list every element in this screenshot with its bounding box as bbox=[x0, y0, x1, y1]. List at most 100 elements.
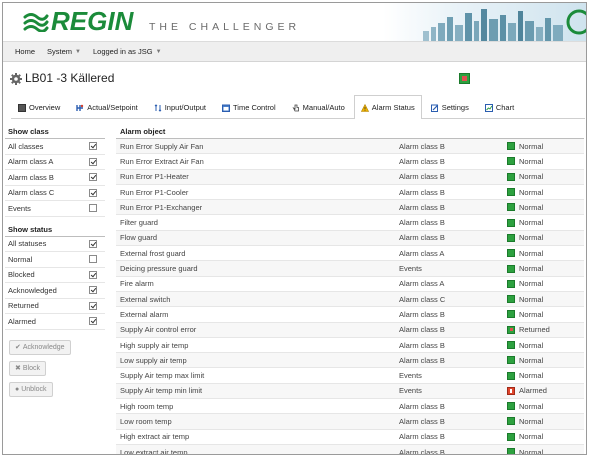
tab-time-control[interactable]: Time Control bbox=[215, 96, 283, 118]
table-row[interactable]: High supply air temp Alarm class B Normal bbox=[116, 338, 584, 354]
tab-input-output[interactable]: Input/Output bbox=[147, 96, 213, 118]
status-filter-checkbox[interactable] bbox=[89, 301, 97, 310]
alarm-class: Alarm class A bbox=[399, 248, 445, 258]
class-filter-checkbox[interactable] bbox=[89, 173, 97, 182]
table-row[interactable]: External alarm Alarm class B Normal bbox=[116, 307, 584, 323]
status-filter-row[interactable]: Acknowledged bbox=[5, 283, 105, 299]
action-buttons: ✔ Acknowledge ✖ Block ● Unblock bbox=[5, 334, 105, 397]
alarm-status-label: Normal bbox=[519, 218, 544, 228]
status-filter-checkbox[interactable] bbox=[89, 255, 97, 264]
menu-user[interactable]: Logged in as JSG ▼ bbox=[93, 47, 162, 56]
table-row[interactable]: Low room temp Alarm class B Normal bbox=[116, 414, 584, 430]
table-row[interactable]: Low extract air temp Alarm class B Normal bbox=[116, 444, 584, 455]
tab-actual-setpoint[interactable]: Actual/Setpoint bbox=[69, 96, 144, 118]
status-filter-row[interactable]: Returned bbox=[5, 299, 105, 314]
logo-text: REGIN bbox=[51, 6, 134, 36]
tab-manual-auto[interactable]: Manual/Auto bbox=[285, 96, 352, 118]
status-filter-row[interactable]: All statuses bbox=[5, 237, 105, 252]
class-filter-label: Alarm class C bbox=[8, 188, 55, 198]
table-row[interactable]: Run Error P1-Exchanger Alarm class B Norma… bbox=[116, 200, 584, 216]
status-filter-row[interactable]: Normal bbox=[5, 252, 105, 268]
class-filter-label: Alarm class B bbox=[8, 172, 54, 182]
class-filter-checkbox[interactable] bbox=[89, 204, 97, 213]
unblock-button[interactable]: ● Unblock bbox=[9, 381, 53, 397]
tab-alarm-status[interactable]: Alarm Status bbox=[353, 95, 422, 119]
menu-home[interactable]: Home bbox=[15, 47, 35, 56]
banner: REGIN THE CHALLENGER bbox=[3, 3, 586, 41]
class-filter-row[interactable]: Alarm class C bbox=[5, 186, 105, 201]
alarm-status-label: Normal bbox=[519, 432, 544, 442]
alarm-class: Alarm class C bbox=[399, 294, 446, 304]
class-filter-row[interactable]: All classes bbox=[5, 139, 105, 155]
alarm-status-label: Alarmed bbox=[519, 386, 547, 396]
class-filter-checkbox[interactable] bbox=[89, 157, 97, 166]
tab-chart[interactable]: Chart bbox=[478, 96, 521, 118]
table-row[interactable]: High room temp Alarm class B Normal bbox=[116, 399, 584, 415]
status-filter-checkbox[interactable] bbox=[89, 239, 97, 248]
alarm-status: Normal bbox=[504, 371, 584, 380]
alarm-status-label: Normal bbox=[519, 340, 544, 350]
table-row[interactable]: Run Error Extract Air Fan Alarm class B No… bbox=[116, 154, 584, 170]
calendar-icon bbox=[222, 104, 230, 112]
table-row[interactable]: Supply Air temp min limit Events Alarmed bbox=[116, 383, 584, 400]
class-filter-row[interactable]: Events bbox=[5, 201, 105, 217]
alarm-status-label: Normal bbox=[519, 294, 544, 304]
menu-system[interactable]: System ▼ bbox=[47, 47, 81, 56]
status-filter-row[interactable]: Blocked bbox=[5, 268, 105, 283]
tab-settings[interactable]: Settings bbox=[424, 96, 476, 118]
class-filter-checkbox[interactable] bbox=[89, 188, 97, 197]
acknowledge-button[interactable]: ✔ Acknowledge bbox=[9, 339, 71, 355]
alarm-class: Alarm class B bbox=[399, 401, 445, 411]
block-button[interactable]: ✖ Block bbox=[9, 360, 46, 376]
tab-label: Manual/Auto bbox=[302, 103, 345, 112]
table-row[interactable]: External switch Alarm class C Normal bbox=[116, 291, 584, 308]
alarm-status-label: Normal bbox=[519, 309, 544, 319]
status-filter-checkbox[interactable] bbox=[89, 270, 97, 279]
status-filter-row[interactable]: Alarmed bbox=[5, 314, 105, 330]
alarm-status-label: Normal bbox=[519, 156, 544, 166]
alarm-class: Alarm class B bbox=[399, 340, 445, 350]
class-filter-label: Alarm class A bbox=[8, 157, 54, 167]
table-row[interactable]: Fire alarm Alarm class A Normal bbox=[116, 277, 584, 292]
city-skyline-image bbox=[383, 3, 586, 41]
alarm-object: Fire alarm bbox=[120, 279, 154, 289]
status-normal-icon bbox=[507, 279, 515, 288]
class-filter-checkbox[interactable] bbox=[89, 142, 97, 151]
alarm-class: Alarm class B bbox=[399, 416, 445, 426]
alarm-object: External frost guard bbox=[120, 248, 186, 258]
logo-waves-icon bbox=[23, 13, 49, 32]
alarm-object: Run Error Supply Air Fan bbox=[120, 141, 204, 151]
tab-overview[interactable]: Overview bbox=[11, 96, 67, 118]
tagline: THE CHALLENGER bbox=[149, 21, 301, 33]
settings-icon bbox=[430, 104, 438, 112]
alarm-class: Alarm class B bbox=[399, 325, 445, 335]
alarm-status: Normal bbox=[504, 249, 584, 258]
table-row[interactable]: External frost guard Alarm class A Normal bbox=[116, 246, 584, 262]
status-filter-checkbox[interactable] bbox=[89, 317, 97, 326]
alarm-status: Normal bbox=[504, 203, 584, 212]
alarm-object: Run Error P1-Heater bbox=[120, 172, 189, 182]
class-filter-row[interactable]: Alarm class B bbox=[5, 170, 105, 186]
table-row[interactable]: Run Error P1-Heater Alarm class B Normal bbox=[116, 169, 584, 185]
alarm-status: Normal bbox=[504, 295, 584, 304]
table-row[interactable]: Deicing pressure guard Events Normal bbox=[116, 261, 584, 277]
table-row[interactable]: Low supply air temp Alarm class B Normal bbox=[116, 353, 584, 369]
alarm-status: Alarmed bbox=[504, 386, 584, 395]
unblock-icon: ● bbox=[15, 385, 20, 393]
status-normal-icon bbox=[507, 432, 515, 441]
table-row[interactable]: Supply Air temp max limit Events Normal bbox=[116, 368, 584, 384]
table-row[interactable]: High extract air temp Alarm class B Normal bbox=[116, 430, 584, 445]
table-row[interactable]: Flow guard Alarm class B Normal bbox=[116, 230, 584, 247]
device-status-indicator bbox=[459, 73, 470, 84]
table-row[interactable]: Supply Air control error Alarm class B Ret… bbox=[116, 322, 584, 338]
table-row[interactable]: Run Error Supply Air Fan Alarm class B Nor… bbox=[116, 139, 584, 155]
table-row[interactable]: Run Error P1-Cooler Alarm class B Normal bbox=[116, 185, 584, 201]
alarm-class: Alarm class B bbox=[399, 447, 445, 455]
status-filter-checkbox[interactable] bbox=[89, 286, 97, 295]
class-filter-row[interactable]: Alarm class A bbox=[5, 155, 105, 170]
alarm-class: Events bbox=[399, 371, 422, 381]
regin-logo[interactable]: REGIN bbox=[23, 8, 133, 34]
table-row[interactable]: Filter guard Alarm class B Normal bbox=[116, 215, 584, 231]
alarm-status: Normal bbox=[504, 402, 584, 411]
alarm-object: Supply Air temp min limit bbox=[120, 386, 203, 396]
